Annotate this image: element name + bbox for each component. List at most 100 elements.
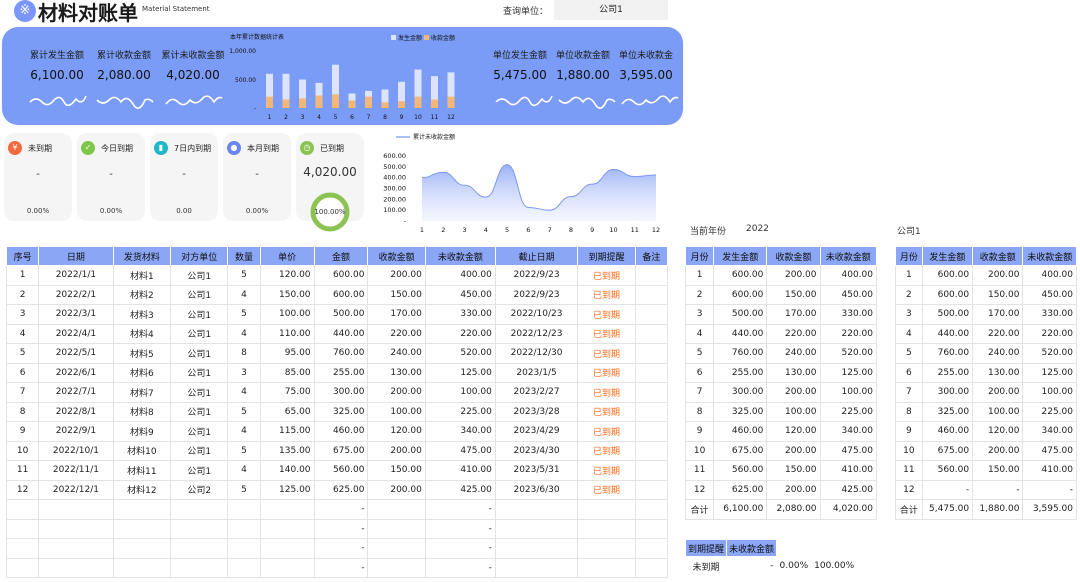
table-cell: 120.00 [766, 421, 821, 442]
table-cell: 2022/12/23 [494, 323, 579, 344]
table-row[interactable]: -- [5, 518, 669, 539]
table-row[interactable]: 5 760.00 240.00 520.00 [895, 343, 1077, 364]
table-cell: 1 [684, 265, 715, 286]
table-cell: 125.00 [819, 362, 878, 383]
table-row[interactable]: 4 440.00 220.00 220.00 [684, 323, 878, 344]
table-row[interactable]: 7 2022/7/1 材料7 公司1 4 75.00 300.00 200.00 100.00 2… [5, 382, 669, 403]
table-row[interactable]: 7 300.00 200.00 100.00 [684, 382, 878, 403]
column-header[interactable]: 序号 [5, 246, 40, 266]
status-card-value: - [109, 169, 113, 180]
table-row[interactable]: 9 460.00 120.00 340.00 [895, 421, 1077, 442]
status-card-due-month[interactable]: ● 本月到期 - 0.00% [223, 133, 291, 221]
table-cell: 已到期 [577, 479, 636, 500]
kpi-unit-received-value: 1,880.00 [556, 68, 610, 82]
table-row[interactable]: 未到期 -0.00% 100.00% [686, 557, 858, 576]
table-cell: 170.00 [972, 304, 1024, 325]
current-year-value[interactable]: 2022 [746, 224, 769, 234]
table-cell: - [424, 538, 496, 559]
table-row[interactable]: 1 600.00 200.00 400.00 [684, 265, 878, 286]
table-cell: 5 [227, 401, 261, 422]
column-header[interactable]: 未收款金额 [819, 246, 878, 266]
table-cell: 760.00 [313, 343, 369, 364]
table-cell [112, 499, 172, 520]
status-card-due-today[interactable]: ✓ 今日到期 - 0.00% [77, 133, 145, 221]
column-header[interactable]: 到期提醒 [577, 246, 636, 266]
column-header[interactable]: 日期 [38, 246, 114, 266]
table-row[interactable]: 12- - - [895, 479, 1077, 500]
column-header[interactable]: 月份 [895, 246, 923, 266]
table-row[interactable]: 6 255.00 130.00 125.00 [684, 362, 878, 383]
kpi-total-received-value: 2,080.00 [97, 68, 151, 82]
table-row[interactable]: 11 2022/11/1 材料11 公司1 4 140.00 560.00 150.00 410… [5, 460, 669, 481]
column-header[interactable]: 发生金额 [921, 246, 974, 266]
table-row[interactable]: 11 560.00 150.00 410.00 [895, 460, 1077, 481]
table-row[interactable]: 2 600.00 150.00 450.00 [684, 284, 878, 305]
table-row[interactable]: 1 2022/1/1 材料1 公司1 5 120.00 600.00 200.00 400.00… [5, 265, 669, 286]
clock-icon: ◷ [300, 141, 314, 155]
table-row[interactable]: -- [5, 499, 669, 520]
table-row[interactable]: 6 255.00 130.00 125.00 [895, 362, 1077, 383]
table-row[interactable]: 10 675.00 200.00 475.00 [895, 440, 1077, 461]
table-row[interactable]: 9 2022/9/1 材料9 公司1 4 115.00 460.00 120.00 340.00… [5, 421, 669, 442]
status-card-not-due[interactable]: ¥ 未到期 - 0.00% [4, 133, 72, 221]
table-row[interactable]: 3 500.00 170.00 330.00 [895, 304, 1077, 325]
table-row[interactable]: 12 2022/12/1 材料12 公司2 5 125.00 625.00 200.00 425… [5, 479, 669, 500]
column-header[interactable]: 未收款金额 [726, 539, 778, 557]
table-cell [38, 538, 114, 559]
column-header[interactable]: 到期提醒 [684, 539, 728, 557]
column-header[interactable]: 收款金额 [766, 246, 821, 266]
column-header[interactable]: 截止日期 [494, 246, 579, 266]
table-cell [494, 557, 579, 578]
column-header[interactable]: 未收款金额 [1022, 246, 1077, 266]
table-row[interactable]: 4 440.00 220.00 220.00 [895, 323, 1077, 344]
table-row[interactable]: -- [5, 538, 669, 559]
table-row[interactable]: 7 300.00 200.00 100.00 [895, 382, 1077, 403]
table-row[interactable]: 5 760.00 240.00 520.00 [684, 343, 878, 364]
table-row[interactable]: 1 600.00 200.00 400.00 [895, 265, 1077, 286]
table-row[interactable]: 3 2022/3/1 材料3 公司1 5 100.00 500.00 170.00 330.00… [5, 304, 669, 325]
column-header[interactable]: 发货材料 [112, 246, 172, 266]
table-row[interactable]: 8 2022/8/1 材料8 公司1 5 65.00 325.00 100.00 225.00 2… [5, 401, 669, 422]
column-header[interactable]: 对方单位 [170, 246, 229, 266]
table-row[interactable]: 3 500.00 170.00 330.00 [684, 304, 878, 325]
column-header[interactable]: 备注 [634, 246, 669, 266]
table-cell: 600.00 [313, 265, 369, 286]
status-card-due-7days[interactable]: ▮ 7日内到期 - 0.00 [150, 133, 218, 221]
table-row[interactable]: 6 2022/6/1 材料6 公司1 3 85.00 255.00 130.00 125.00 2… [5, 362, 669, 383]
table-row[interactable]: 12 625.00 200.00 425.00 [684, 479, 878, 500]
table-row[interactable]: 2 2022/2/1 材料2 公司1 4 150.00 600.00 150.00 450.00… [5, 284, 669, 305]
query-unit-select[interactable]: 公司1 [554, 0, 668, 20]
table-cell: 220.00 [819, 323, 878, 344]
table-row[interactable]: 11 560.00 150.00 410.00 [684, 460, 878, 481]
column-header[interactable]: 金额 [313, 246, 369, 266]
column-header[interactable]: 未收款金额 [424, 246, 496, 266]
table-cell: 材料4 [112, 323, 172, 344]
table-cell: - [313, 518, 369, 539]
column-header[interactable]: 数量 [227, 246, 261, 266]
table-row[interactable]: 4 2022/4/1 材料4 公司1 4 110.00 440.00 220.00 220.00… [5, 323, 669, 344]
table-row[interactable]: 合计 5,475.00 1,880.00 3,595.00 [895, 499, 1077, 520]
table-cell [634, 440, 669, 461]
column-header[interactable]: 发生金额 [713, 246, 768, 266]
column-header[interactable]: 收款金额 [972, 246, 1024, 266]
status-card-percent: 100.00% [314, 208, 346, 216]
table-row[interactable]: 8 325.00 100.00 225.00 [684, 401, 878, 422]
table-row[interactable]: 合计 6,100.00 2,080.00 4,020.00 [684, 499, 878, 520]
status-card-overdue[interactable]: ◷ 已到期 4,020.00 100.00% [296, 133, 364, 232]
column-header[interactable]: 收款金额 [367, 246, 426, 266]
table-row[interactable]: -- [5, 557, 669, 578]
table-row[interactable]: 5 2022/5/1 材料5 公司1 8 95.00 760.00 240.00 520.00 2… [5, 343, 669, 364]
table-row[interactable]: 8 325.00 100.00 225.00 [895, 401, 1077, 422]
table-cell: 225.00 [819, 401, 878, 422]
table-row[interactable]: 10 675.00 200.00 475.00 [684, 440, 878, 461]
table-cell: 6 [5, 362, 40, 383]
table-row[interactable]: 9 460.00 120.00 340.00 [684, 421, 878, 442]
column-header[interactable]: 月份 [684, 246, 715, 266]
table-cell: - [313, 557, 369, 578]
table-cell [170, 538, 229, 559]
table-row[interactable]: 10 2022/10/1 材料10 公司1 5 135.00 675.00 200.00 475… [5, 440, 669, 461]
column-header[interactable]: 单价 [259, 246, 315, 266]
table-row[interactable]: 2 600.00 150.00 450.00 [895, 284, 1077, 305]
table-cell: 300.00 [713, 382, 768, 403]
kpi-unit-amount-value: 5,475.00 [493, 68, 547, 82]
